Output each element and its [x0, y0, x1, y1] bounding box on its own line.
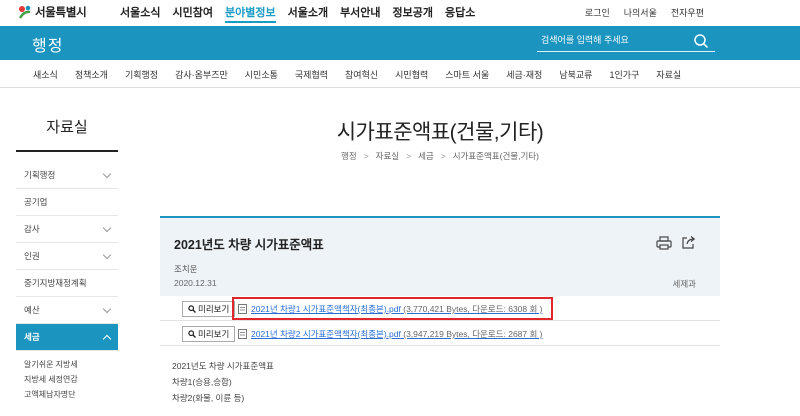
- gnb-item-response[interactable]: 응답소: [445, 4, 475, 23]
- preview-button[interactable]: 미리보기: [182, 301, 236, 317]
- subnav-item[interactable]: 감사·옴부즈만: [175, 68, 228, 81]
- gnb-item-field-info[interactable]: 분야별정보: [224, 4, 276, 23]
- logo-text: 서울특별시: [35, 7, 87, 19]
- search-icon[interactable]: [693, 33, 709, 49]
- global-nav: 서울소식 시민참여 분야별정보 서울소개 부서안내 정보공개 응답소: [120, 4, 487, 23]
- search-box: [537, 32, 715, 52]
- chevron-down-icon: [102, 250, 112, 259]
- sidebar-item-label: 중기지방재정계획: [24, 278, 87, 288]
- breadcrumb-separator-icon: >: [363, 151, 369, 161]
- chevron-down-icon: [102, 223, 112, 232]
- sidebar-item-human-rights[interactable]: 인권: [16, 243, 118, 270]
- subnav-item[interactable]: 자료실: [656, 68, 681, 81]
- sidebar-submenu: 알기쉬운 지방세 지방세 세정연감 고액체납자명단: [16, 351, 118, 408]
- subnav-item[interactable]: 새소식: [33, 68, 58, 81]
- gnb-item-news[interactable]: 서울소식: [120, 4, 160, 23]
- chevron-up-icon: [102, 334, 112, 343]
- post-body: 2021년도 차량 시가표준액표 차량1(승용,승합) 차량2(화물, 이륜 등…: [172, 358, 274, 406]
- sidebar-item-audit[interactable]: 감사: [16, 216, 118, 243]
- post-title: 2021년도 차량 시가표준액표: [174, 238, 324, 252]
- gnb-item-about[interactable]: 서울소개: [288, 4, 328, 23]
- sidebar-item-public-corp[interactable]: 공기업: [16, 189, 118, 216]
- preview-button[interactable]: 미리보기: [182, 326, 236, 342]
- sidebar-item-budget[interactable]: 예산: [16, 297, 118, 324]
- subnav-item[interactable]: 남북교류: [559, 68, 592, 81]
- subnav-item[interactable]: 국제협력: [295, 68, 328, 81]
- subnav-item[interactable]: 시민협력: [395, 68, 428, 81]
- sidebar-divider: [16, 150, 118, 152]
- file-icon: [238, 329, 247, 339]
- subnav-item[interactable]: 1인가구: [609, 68, 639, 81]
- attachment-meta: (3,947,219 Bytes, 다운로드: 2687 회 ): [400, 329, 543, 339]
- subnav-item[interactable]: 세금·재정: [506, 68, 542, 81]
- page-title: 시가표준액표(건물,기타): [336, 121, 544, 144]
- breadcrumb-separator-icon: >: [406, 151, 412, 161]
- subnav-item[interactable]: 정책소개: [75, 68, 108, 81]
- sidebar-item-label: 인권: [24, 251, 40, 261]
- utility-nav: 로그인 나의서울 전자우편: [571, 6, 704, 19]
- sidebar-item-tax[interactable]: 세금: [16, 324, 118, 351]
- preview-button-label: 미리보기: [198, 304, 230, 314]
- post-body-line: 2021년도 차량 시가표준액표: [172, 361, 274, 371]
- share-icon[interactable]: [681, 235, 696, 250]
- chevron-down-icon: [102, 169, 112, 178]
- sidebar-item-label: 기획행정: [24, 170, 56, 180]
- sidebar-item-label: 예산: [24, 305, 40, 315]
- subnav-item[interactable]: 스마트 서울: [445, 68, 489, 81]
- sidebar-item-label: 세금: [24, 332, 40, 342]
- sidebar-subitem[interactable]: 고액체납자명단: [24, 387, 110, 402]
- magnifier-icon: [188, 330, 196, 338]
- search-input[interactable]: [541, 35, 691, 45]
- gnb-item-disclosure[interactable]: 정보공개: [393, 4, 433, 23]
- section-title[interactable]: 행정: [32, 32, 63, 56]
- attachment-row: 미리보기 2021년 차량2 시가표준액책자(최종본).pdf (3,947,2…: [160, 322, 720, 346]
- gnb-item-departments[interactable]: 부서안내: [340, 4, 380, 23]
- magnifier-icon: [188, 305, 196, 313]
- chevron-down-icon: [102, 304, 112, 313]
- seoul-logo[interactable]: 서울특별시: [18, 4, 87, 20]
- login-link[interactable]: 로그인: [585, 6, 610, 19]
- post-date: 2020.12.31: [174, 278, 217, 288]
- gnb-item-participation[interactable]: 시민참여: [172, 4, 212, 23]
- section-header: 행정: [0, 26, 800, 60]
- breadcrumb-separator-icon: >: [440, 151, 446, 161]
- attachment-link[interactable]: 2021년 차량2 시가표준액책자(최종본).pdf (3,947,219 By…: [251, 328, 543, 340]
- sidebar-title: 자료실: [46, 119, 88, 136]
- breadcrumb-item[interactable]: 행정: [341, 151, 357, 161]
- sidebar-menu: 기획행정 공기업 감사 인권 중기지방재정계획 예산 세금 알기쉬운 지방세 지…: [16, 162, 118, 408]
- my-seoul-link[interactable]: 나의서울: [624, 6, 657, 19]
- sidebar-item-label: 공기업: [24, 197, 48, 207]
- sub-nav: 새소식 정책소개 기획행정 감사·옴부즈만 시민소통 국제협력 참여혁신 시민협…: [0, 60, 800, 88]
- email-link[interactable]: 전자우편: [671, 6, 704, 19]
- sidebar-subitem[interactable]: 지방세 세정연감: [24, 372, 110, 387]
- breadcrumb-item[interactable]: 세금: [418, 151, 434, 161]
- post-body-line: 차량2(화물, 이륜 등): [172, 393, 245, 403]
- sidebar-item-finance-plan[interactable]: 중기지방재정계획: [16, 270, 118, 297]
- subnav-item[interactable]: 참여혁신: [345, 68, 378, 81]
- breadcrumb: 행정 > 자료실 > 세금 > 시가표준액표(건물,기타): [160, 150, 720, 162]
- attachment-filename[interactable]: 2021년 차량2 시가표준액책자(최종본).pdf: [251, 329, 401, 339]
- highlight-box: [232, 297, 553, 320]
- post-department: 세제과: [672, 279, 696, 289]
- subnav-item[interactable]: 시민소통: [245, 68, 278, 81]
- seoul-logo-icon: [18, 5, 31, 19]
- sidebar-item-planning[interactable]: 기획행정: [16, 162, 118, 189]
- post-author: 조치운: [174, 264, 198, 274]
- breadcrumb-item[interactable]: 자료실: [376, 151, 399, 161]
- breadcrumb-item-current: 시가표준액표(건물,기타): [452, 151, 539, 161]
- sidebar-subitem[interactable]: 알기쉬운 지방세: [24, 357, 110, 372]
- post-header: 2021년도 차량 시가표준액표 조치운 2020.12.31 세제과: [160, 216, 720, 296]
- subnav-item[interactable]: 기획행정: [125, 68, 158, 81]
- preview-button-label: 미리보기: [198, 329, 230, 339]
- top-bar: 서울특별시 서울소식 시민참여 분야별정보 서울소개 부서안내 정보공개 응답소…: [0, 0, 800, 23]
- print-icon[interactable]: [656, 236, 672, 250]
- post-body-line: 차량1(승용,승합): [172, 377, 232, 387]
- sidebar-item-label: 감사: [24, 224, 40, 234]
